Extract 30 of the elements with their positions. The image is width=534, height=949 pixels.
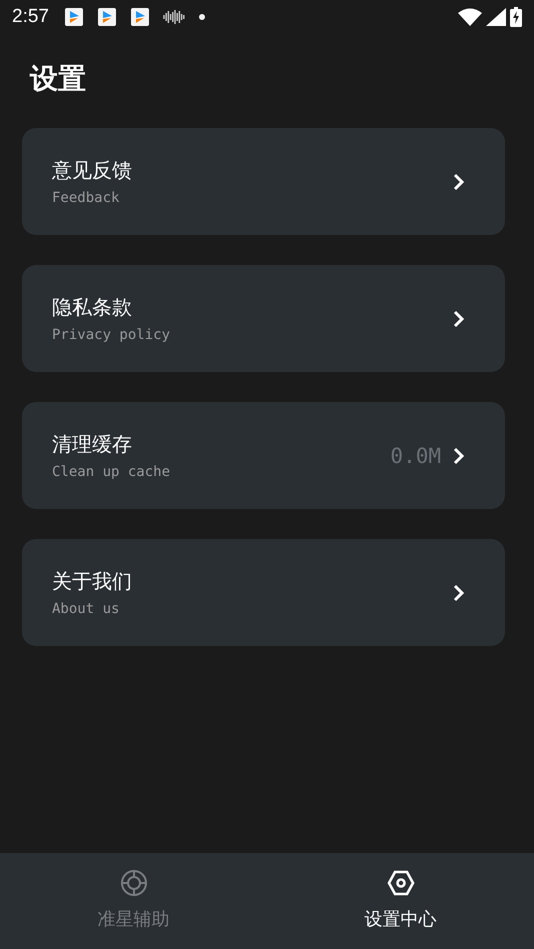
chevron-right-icon bbox=[453, 310, 465, 328]
settings-card[interactable]: 意见反馈 Feedback bbox=[22, 128, 505, 235]
signal-icon bbox=[486, 8, 506, 26]
chevron-right-icon bbox=[453, 172, 465, 190]
settings-card[interactable]: 清理缓存 Clean up cache 0.0M bbox=[22, 402, 505, 509]
card-subtitle: About us bbox=[52, 600, 120, 618]
cache-size: 0.0M bbox=[390, 444, 441, 468]
page-title: 设置 bbox=[30, 61, 86, 97]
card-title: 清理缓存 bbox=[52, 430, 132, 456]
card-title: 隐私条款 bbox=[52, 294, 132, 320]
card-subtitle: Feedback bbox=[52, 188, 120, 206]
card-title: 关于我们 bbox=[52, 568, 132, 594]
waveform-icon bbox=[162, 10, 185, 24]
app-icon bbox=[64, 7, 84, 27]
crosshair-icon bbox=[120, 869, 148, 897]
app-icon bbox=[130, 7, 150, 27]
card-subtitle: Privacy policy bbox=[52, 326, 170, 344]
app-icon bbox=[96, 7, 117, 27]
card-subtitle: Clean up cache bbox=[52, 462, 170, 480]
card-title: 意见反馈 bbox=[52, 156, 132, 182]
settings-icon bbox=[386, 869, 414, 897]
nav-tab[interactable]: 设置中心 bbox=[267, 853, 534, 949]
chevron-right-icon bbox=[453, 584, 465, 602]
dot-icon bbox=[198, 13, 206, 21]
settings-card[interactable]: 隐私条款 Privacy policy bbox=[22, 265, 505, 372]
settings-card[interactable]: 关于我们 About us bbox=[22, 539, 505, 646]
battery-icon bbox=[510, 7, 522, 27]
chevron-right-icon bbox=[453, 446, 465, 464]
clock: 2:57 bbox=[12, 6, 49, 28]
wifi-icon bbox=[458, 8, 482, 26]
